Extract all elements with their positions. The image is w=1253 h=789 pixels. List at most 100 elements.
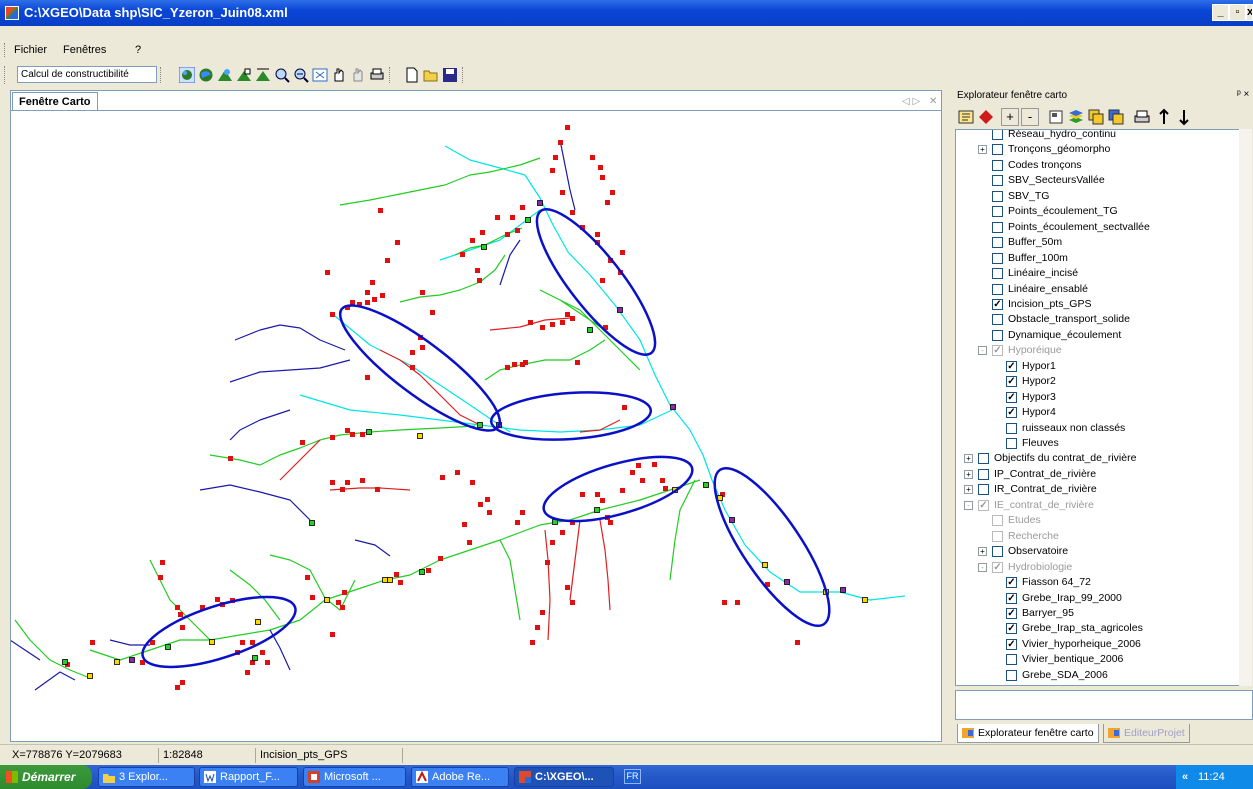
gps-point[interactable] — [477, 278, 482, 283]
expand-icon[interactable]: + — [964, 454, 973, 464]
expand-icon[interactable]: + — [964, 485, 973, 495]
layer-checkbox[interactable] — [992, 206, 1003, 218]
gps-point[interactable] — [90, 640, 95, 645]
layer-item[interactable]: Grebe_SDA_2006 — [956, 668, 1246, 683]
task-microsoft[interactable]: Microsoft ... — [303, 767, 406, 787]
gps-point[interactable] — [570, 316, 575, 321]
gps-point[interactable] — [438, 556, 443, 561]
expand-icon[interactable]: + — [964, 469, 973, 479]
gps-point[interactable] — [570, 210, 575, 215]
layer-checkbox[interactable] — [1006, 438, 1017, 449]
layer-item[interactable]: Etudes — [956, 513, 1246, 528]
layer-item[interactable]: Obstacle_transport_solide — [956, 312, 1246, 327]
gps-point[interactable] — [475, 268, 480, 273]
gps-point[interactable] — [175, 685, 180, 690]
layer-checkbox[interactable]: ✓ — [1006, 407, 1017, 419]
station-marker[interactable] — [309, 520, 315, 526]
layer-item[interactable]: + Observatoire — [956, 544, 1246, 559]
gps-point[interactable] — [523, 360, 528, 365]
gps-point[interactable] — [462, 522, 467, 527]
move-down-icon[interactable] — [1175, 108, 1193, 126]
gps-point[interactable] — [520, 205, 525, 210]
gps-point[interactable] — [440, 475, 445, 480]
gps-point[interactable] — [250, 640, 255, 645]
station-marker[interactable] — [255, 619, 261, 625]
zoom-in-icon[interactable] — [274, 67, 290, 83]
layer-item[interactable]: + Objectifs du contrat_de_rivière — [956, 451, 1246, 466]
open-folder-icon[interactable] — [423, 67, 439, 83]
collapse-icon[interactable]: - — [964, 500, 973, 510]
map-canvas[interactable] — [11, 112, 939, 740]
expand-all-button[interactable]: + — [1001, 108, 1019, 126]
station-marker[interactable] — [537, 200, 543, 206]
gps-point[interactable] — [455, 470, 460, 475]
gps-point[interactable] — [605, 200, 610, 205]
gps-point[interactable] — [175, 605, 180, 610]
layer-item[interactable]: SBV_TG — [956, 189, 1246, 204]
minimize-button[interactable]: _ — [1212, 4, 1229, 21]
gps-point[interactable] — [663, 486, 668, 491]
remove-layer-icon[interactable] — [977, 108, 995, 126]
station-marker[interactable] — [840, 587, 846, 593]
station-marker[interactable] — [129, 657, 135, 663]
constructibility-combo[interactable]: Calcul de constructibilité — [17, 66, 157, 83]
station-marker[interactable] — [209, 639, 215, 645]
gps-point[interactable] — [345, 428, 350, 433]
layer-item[interactable]: + IR_Contrat_de_rivière — [956, 482, 1246, 497]
gps-point[interactable] — [600, 278, 605, 283]
layer-checkbox[interactable]: ✓ — [992, 298, 1003, 310]
gps-point[interactable] — [158, 575, 163, 580]
expand-icon[interactable]: + — [978, 145, 987, 155]
layer-item[interactable]: Points_écoulement_sectvallée — [956, 220, 1246, 235]
menu-help[interactable]: ? — [135, 44, 141, 56]
station-marker[interactable] — [481, 244, 487, 250]
station-marker[interactable] — [703, 482, 709, 488]
start-button[interactable]: Démarrer — [0, 765, 92, 789]
paste-layer-icon[interactable] — [1107, 108, 1125, 126]
layer-item[interactable]: ✓ Hypor3 — [956, 390, 1246, 405]
layer-item[interactable]: ✓ Hypor4 — [956, 405, 1246, 420]
gps-point[interactable] — [180, 680, 185, 685]
gps-point[interactable] — [385, 258, 390, 263]
gps-point[interactable] — [620, 488, 625, 493]
gps-point[interactable] — [420, 345, 425, 350]
layer-item[interactable]: ✓ Barryer_95 — [956, 606, 1246, 621]
station-marker[interactable] — [729, 517, 735, 523]
gps-point[interactable] — [565, 585, 570, 590]
tab-scroll-arrows[interactable]: ◁ ▷ — [902, 96, 920, 107]
layer-checkbox[interactable] — [992, 130, 1003, 140]
gps-point[interactable] — [345, 480, 350, 485]
station-marker[interactable] — [594, 507, 600, 513]
layer-checkbox[interactable] — [992, 237, 1003, 249]
gps-point[interactable] — [160, 560, 165, 565]
gps-point[interactable] — [330, 632, 335, 637]
gps-point[interactable] — [372, 297, 377, 302]
layer-checkbox[interactable] — [992, 252, 1003, 264]
gps-point[interactable] — [228, 456, 233, 461]
gps-point[interactable] — [365, 375, 370, 380]
layer-checkbox[interactable]: ✓ — [1006, 577, 1017, 589]
collapse-icon[interactable]: - — [978, 346, 987, 356]
gps-point[interactable] — [310, 595, 315, 600]
station-marker[interactable] — [324, 597, 330, 603]
layer-checkbox[interactable]: ✓ — [978, 499, 989, 511]
gps-point[interactable] — [560, 530, 565, 535]
close-document-icon[interactable]: ✕ — [929, 96, 937, 107]
gps-point[interactable] — [330, 435, 335, 440]
gps-point[interactable] — [580, 492, 585, 497]
layer-item[interactable]: SBV_SecteursVallée — [956, 173, 1246, 188]
gps-point[interactable] — [590, 155, 595, 160]
gps-point[interactable] — [360, 432, 365, 437]
layer-checkbox[interactable] — [992, 221, 1003, 233]
gps-point[interactable] — [330, 312, 335, 317]
layer-checkbox[interactable] — [992, 515, 1003, 527]
gps-point[interactable] — [505, 232, 510, 237]
layer-checkbox[interactable] — [978, 484, 989, 496]
gps-point[interactable] — [512, 362, 517, 367]
gps-point[interactable] — [378, 208, 383, 213]
gps-point[interactable] — [600, 175, 605, 180]
task-word[interactable]: Rapport_F... — [199, 767, 298, 787]
gps-point[interactable] — [535, 625, 540, 630]
station-marker[interactable] — [617, 307, 623, 313]
layer-checkbox[interactable]: ✓ — [1006, 376, 1017, 388]
